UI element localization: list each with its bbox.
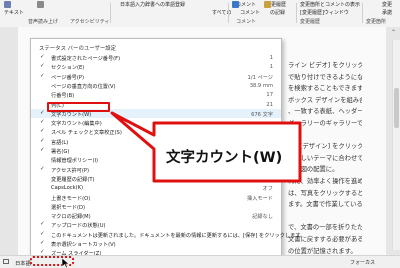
menu-item[interactable]: 行番号(B) 17 <box>31 90 281 99</box>
menu-item[interactable]: ✓ 書式設定されたページ番号(F) 1 <box>31 53 281 62</box>
menu-item-label: 変更履歴の記録(T) <box>51 176 95 183</box>
check-icon: ✓ <box>40 240 45 246</box>
callout-bubble: 文字カウント(W) <box>110 109 302 183</box>
translate-icon[interactable] <box>37 1 44 8</box>
check-icon: ✓ <box>40 165 45 172</box>
ribbon-changes[interactable]: 変更 <box>382 1 392 8</box>
menu-item-label: 文字カウント(編集中) <box>51 121 102 128</box>
menu-item-value: 38.9 mm <box>249 82 273 89</box>
ribbon-group-comment: コメント <box>236 19 257 25</box>
check-icon: ✓ <box>40 147 45 153</box>
ribbon: 日本語入力辞書への単語登録 コメント 変更履歴 変更箇所とコメントの表示 変更 … <box>0 0 400 28</box>
menu-item-label: 選択モード(D) <box>51 204 85 211</box>
doc-line: は、写真をクリックすると、 <box>288 189 362 197</box>
check-icon: ✓ <box>40 72 45 79</box>
check-icon: ✓ <box>40 230 45 237</box>
check-icon: ✓ <box>40 119 45 126</box>
doc-line: ます。文書で作業していると <box>288 201 362 209</box>
doc-line: で貼り付けできるようになりま <box>288 73 362 81</box>
doc-line <box>288 211 362 223</box>
ribbon-word-register[interactable]: 日本語入力辞書への単語登録 <box>120 1 185 8</box>
menu-item[interactable]: マクロの記録(M) 記録なし <box>31 211 281 220</box>
menu-item-label: 上書きモード(O) <box>51 195 91 202</box>
ribbon-group-changes: 変更箇所 <box>366 19 387 25</box>
menu-item-value: 記録なし <box>252 214 273 221</box>
ribbon-separator <box>296 3 297 23</box>
menu-item[interactable]: ✓ ページ番号(P) 1/1 ページ <box>31 72 281 81</box>
menu-item-value: 17 <box>266 92 273 99</box>
language-indicator[interactable]: 日本語 <box>15 259 31 267</box>
menu-item-label: 行番号(B) <box>51 93 75 100</box>
check-icon: ✓ <box>40 109 45 116</box>
ribbon-comment-2[interactable]: コメント <box>240 9 260 16</box>
check-icon: ✓ <box>40 137 45 144</box>
doc-line: を検索することもできます。 <box>288 85 362 93</box>
ribbon-separator <box>110 3 111 23</box>
ribbon-row-middle: テキスト すべての コメント の記録 [変更履歴]ウィンドウ 承諾 <box>0 8 400 17</box>
ribbon-group-labels: 音声読み上げ アクセシビリティ コメント 変更履歴 変更箇所 <box>0 17 400 26</box>
menu-item-label: 表示選択ショートカット(V) <box>51 242 116 248</box>
menu-item[interactable]: ✓ このドキュメントは更新されました。ドキュメントを最新の情報に更新するには、[保… <box>31 230 305 239</box>
menu-item-label: CapsLock(K) <box>51 185 84 192</box>
menu-title: ステータス バーのユーザー設定 <box>39 46 117 52</box>
menu-item-label: マクロの記録(M) <box>51 214 91 221</box>
menu-item-label: このドキュメントは更新されました。ドキュメントを最新の情報に更新するには、[保存… <box>51 232 306 239</box>
menu-item-value: 21 <box>266 101 273 108</box>
menu-item-value: オフ <box>262 186 273 193</box>
menu-item-label: 言語(L) <box>51 139 69 146</box>
menu-item-value: 1/1 ページ <box>247 74 273 81</box>
check-icon: ✓ <box>40 128 45 135</box>
highlight-box <box>47 102 110 112</box>
check-icon[interactable] <box>4 1 11 8</box>
vertical-scrollbar[interactable] <box>392 40 400 250</box>
ribbon-text[interactable]: テキスト <box>4 9 24 16</box>
doc-line: ライン ビデオ] をクリックする <box>288 62 362 69</box>
check-icon: ✓ <box>40 221 45 228</box>
menu-item-value: 1 <box>269 55 273 61</box>
scrollbar-thumb[interactable] <box>394 88 399 128</box>
menu-item-label: アクセス許可(P) <box>51 167 90 174</box>
menu-item[interactable]: CapsLock(K) オフ <box>31 183 281 192</box>
menu-item-label: 署名(G) <box>51 149 70 155</box>
menu-item[interactable]: ページの垂直方向の位置(V) 38.9 mm <box>31 81 281 90</box>
menu-item[interactable]: ✓ アップロードの状態(U) <box>31 220 281 229</box>
menu-item[interactable]: ✓ セクション(E) 1 <box>31 62 281 71</box>
check-icon: ✓ <box>40 54 45 60</box>
new-comment-icon[interactable] <box>232 1 239 8</box>
menu-item-label: 書式設定されたページ番号(F) <box>51 56 121 62</box>
doc-line: ボックス デザインを組み合わ <box>288 96 362 104</box>
focus-button[interactable]: フォーカス <box>350 259 375 266</box>
ribbon-group-accessibility: アクセシビリティ <box>70 19 110 25</box>
ribbon-separator <box>228 3 229 23</box>
menu-item-value: 挿入モード <box>247 195 273 202</box>
menu-item[interactable]: ✓ 表示選択ショートカット(V) <box>31 239 281 248</box>
callout-text: 文字カウント(W) <box>166 150 283 166</box>
menu-item-label: ページの垂直方向の位置(V) <box>51 83 116 90</box>
track-changes-icon[interactable] <box>264 1 271 8</box>
menu-item-label: セクション(E) <box>51 65 85 72</box>
ribbon-review-pane[interactable]: [変更履歴]ウィンドウ <box>300 9 349 16</box>
ribbon-group-tracking: 変更履歴 <box>300 19 321 25</box>
ribbon-comment[interactable]: コメント <box>236 1 256 8</box>
menu-item-label: アップロードの状態(U) <box>51 223 106 230</box>
ribbon-accept[interactable]: 承諾 <box>382 9 392 16</box>
ribbon-show-markup[interactable]: 変更箇所とコメントの表示 <box>300 1 360 8</box>
menu-item-value: 1 <box>269 64 273 71</box>
menu-item-label: 情報管理ポリシー(I) <box>51 158 99 165</box>
menu-item[interactable]: 選択モード(D) <box>31 202 281 211</box>
menu-item-label: ページ番号(P) <box>51 74 85 81</box>
ribbon-record[interactable]: の記録 <box>270 9 285 16</box>
ribbon-group-speech: 音声読み上げ <box>28 19 59 25</box>
collapse-ribbon-icon[interactable]: ⌃ <box>391 29 396 36</box>
check-icon: ✓ <box>40 63 45 70</box>
document-icon[interactable] <box>3 259 9 264</box>
menu-item[interactable]: 上書きモード(O) 挿入モード <box>31 193 281 202</box>
ribbon-separator <box>362 3 363 23</box>
